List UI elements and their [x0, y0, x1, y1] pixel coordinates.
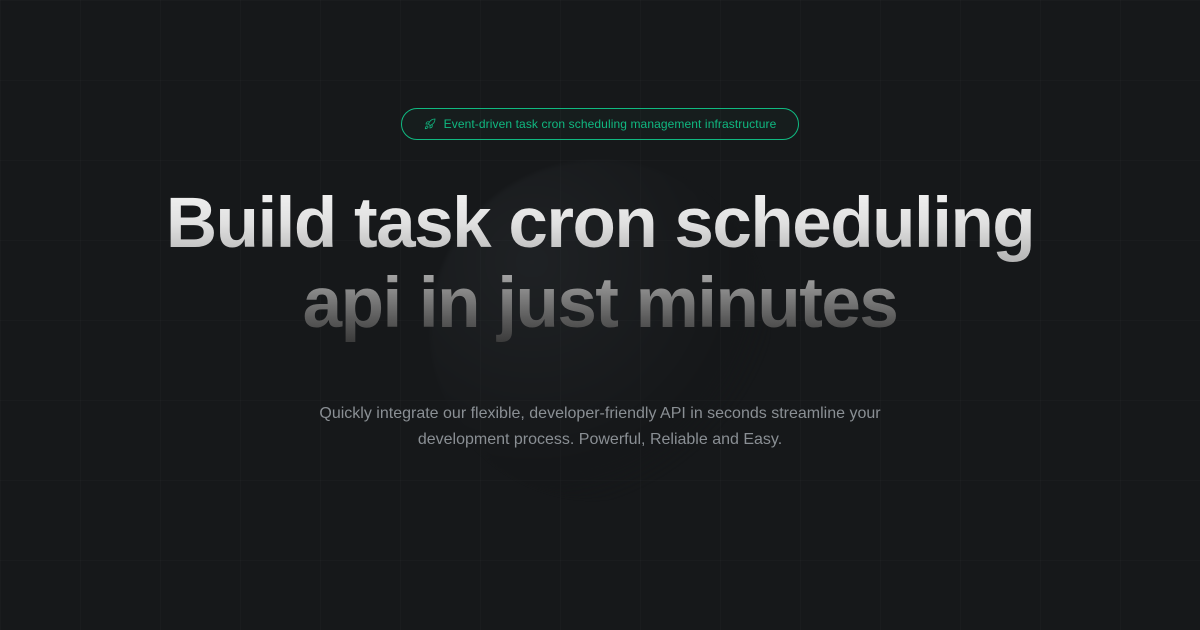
- feature-badge[interactable]: Event-driven task cron scheduling manage…: [401, 108, 800, 140]
- hero-container: Event-driven task cron scheduling manage…: [0, 0, 1200, 630]
- rocket-icon: [424, 118, 436, 130]
- badge-label: Event-driven task cron scheduling manage…: [444, 117, 777, 131]
- hero-subtext: Quickly integrate our flexible, develope…: [290, 401, 910, 454]
- hero-headline: Build task cron scheduling api in just m…: [150, 184, 1050, 343]
